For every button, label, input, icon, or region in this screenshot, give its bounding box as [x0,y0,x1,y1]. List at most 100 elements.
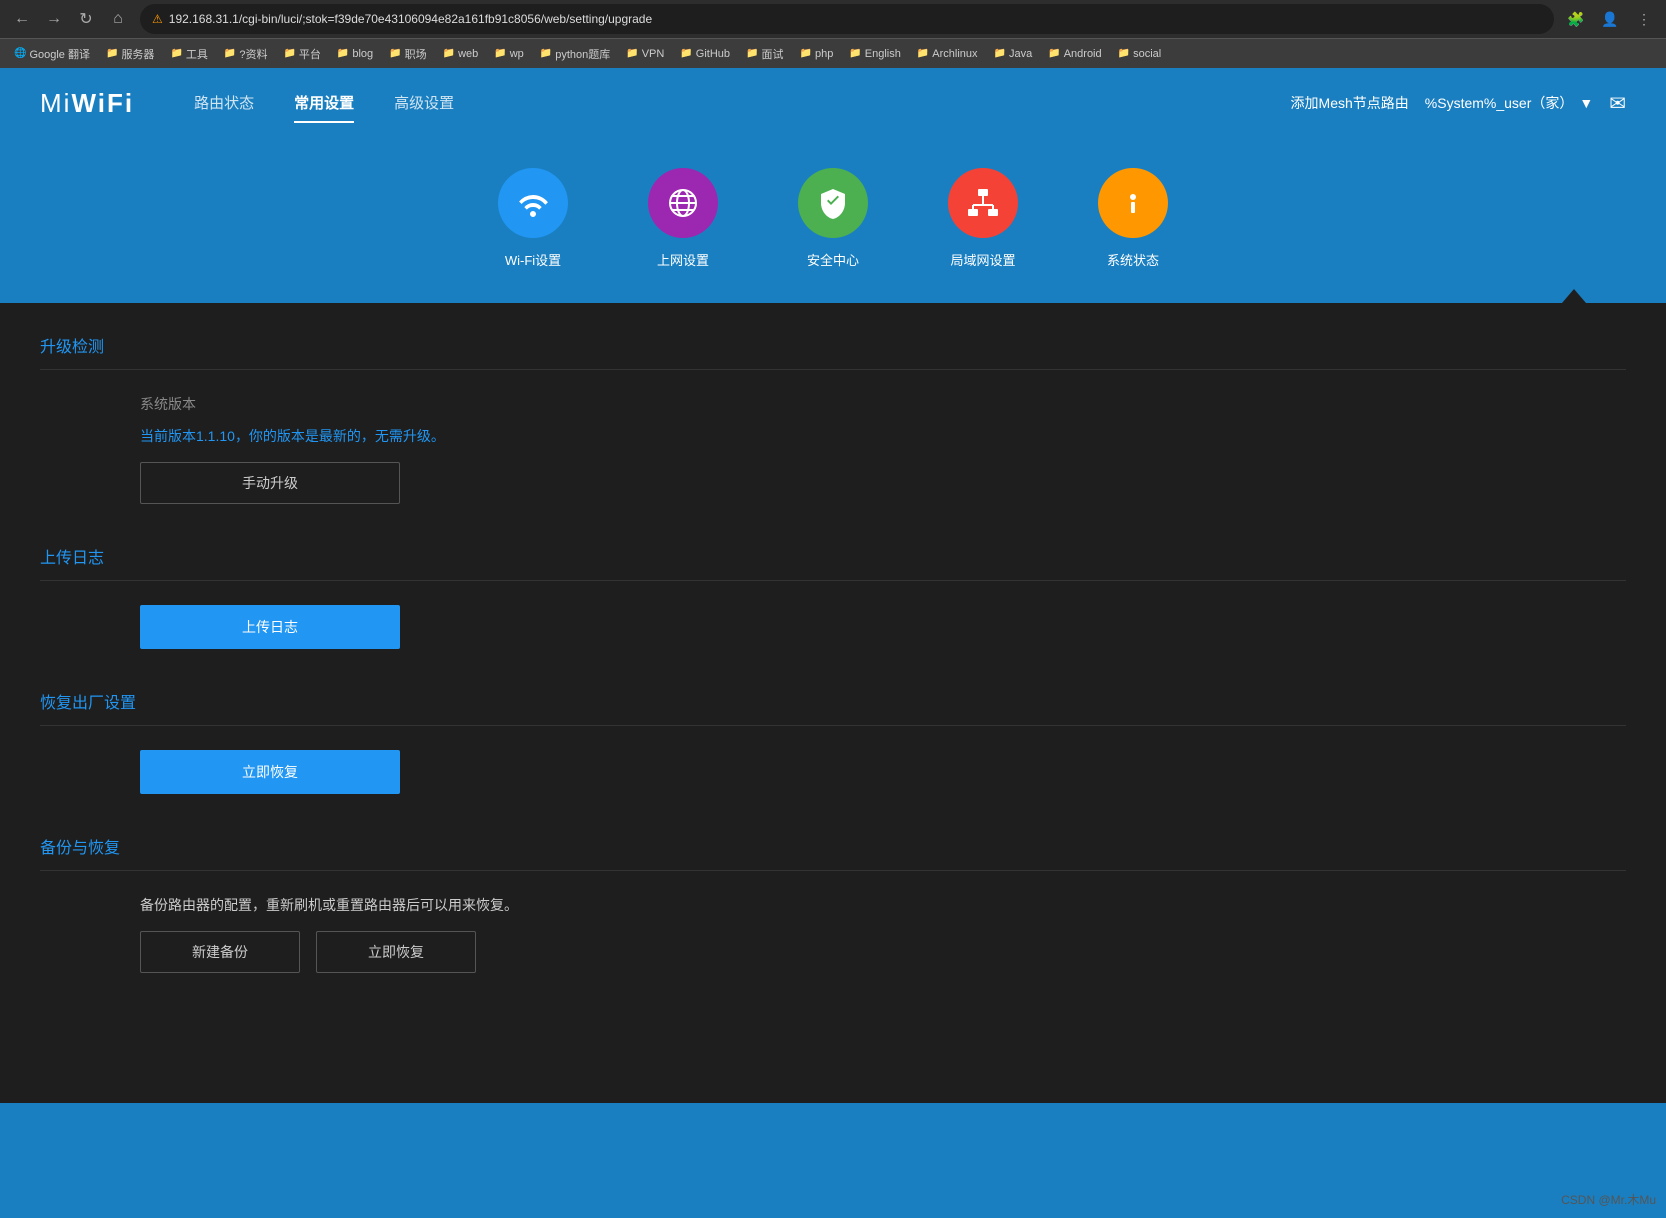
profile-button[interactable]: 👤 [1596,5,1624,33]
bookmark-english[interactable]: 📁 English [843,46,907,62]
browser-toolbar: ← → ↻ ⌂ ⚠ 192.168.31.1/cgi-bin/luci/;sto… [0,0,1666,38]
bookmark-label: Android [1064,48,1102,60]
csdn-watermark: CSDN @Mr.木Mu [1561,1191,1656,1208]
bookmark-java[interactable]: 📁 Java [988,46,1039,62]
bookmark-interview[interactable]: 📁 面试 [740,44,789,64]
mail-icon[interactable]: ✉ [1609,91,1626,116]
more-button[interactable]: ⋮ [1630,5,1658,33]
nav-buttons: ← → ↻ ⌂ [8,5,132,33]
backup-restore-section-title: 备份与恢复 [40,834,1626,871]
bookmark-platform[interactable]: 📁 平台 [277,44,326,64]
version-number: 1.1.10 [196,428,235,444]
bookmark-label: Google 翻译 [29,46,90,62]
bookmark-label: English [865,48,901,60]
version-suffix: ，你的版本是最新的，无需升级。 [235,428,445,444]
backup-restore-section-content: 备份路由器的配置，重新刷机或重置路由器后可以用来恢复。 新建备份 立即恢复 [40,895,1626,973]
user-dropdown[interactable]: %System%_user（家） ▼ [1425,93,1593,113]
bookmark-icon: 📁 [170,48,182,59]
bookmark-icon: 📁 [540,48,552,59]
wifi-settings-label: Wi-Fi设置 [505,250,561,269]
home-button[interactable]: ⌂ [104,5,132,33]
version-label: 系统版本 [140,394,1626,414]
nav-common-settings[interactable]: 常用设置 [294,84,354,123]
nav-links: 路由状态 常用设置 高级设置 [194,84,1290,123]
bookmark-label: blog [352,48,373,60]
bookmark-label: web [458,48,478,60]
bookmark-android[interactable]: 📁 Android [1042,46,1107,62]
bookmark-google-translate[interactable]: 🌐 Google 翻译 [8,44,96,64]
bookmark-wp[interactable]: 📁 wp [488,46,530,62]
bookmark-data[interactable]: 📁 ?资料 [218,44,274,64]
bookmark-icon: 📁 [443,48,455,59]
bookmark-server[interactable]: 📁 服务器 [100,44,160,64]
factory-reset-section: 恢复出厂设置 立即恢复 [40,689,1626,794]
lan-icon-circle [948,168,1018,238]
bookmark-python[interactable]: 📁 python题库 [534,44,616,64]
bookmark-icon: 📁 [800,48,812,59]
internet-icon-circle [648,168,718,238]
bookmark-label: 职场 [405,46,427,62]
security-icon-circle [798,168,868,238]
lan-settings-icon-item[interactable]: 局域网设置 [948,168,1018,269]
bookmark-label: 平台 [299,46,321,62]
factory-reset-button[interactable]: 立即恢复 [140,750,400,794]
bookmark-label: 面试 [762,46,784,62]
bookmark-label: wp [510,48,524,60]
url-text: 192.168.31.1/cgi-bin/luci/;stok=f39de70e… [169,12,1542,26]
backup-buttons-row: 新建备份 立即恢复 [140,931,1626,973]
bookmark-label: 工具 [186,46,208,62]
wifi-settings-icon-item[interactable]: Wi-Fi设置 [498,168,568,269]
add-mesh-button[interactable]: 添加Mesh节点路由 [1291,93,1409,113]
bookmark-tools[interactable]: 📁 工具 [164,44,213,64]
bookmark-career[interactable]: 📁 职场 [383,44,432,64]
bookmark-icon: 📁 [337,48,349,59]
bookmark-icon: 📁 [746,48,758,59]
bookmark-github[interactable]: 📁 GitHub [674,46,736,62]
security-center-icon-item[interactable]: 安全中心 [798,168,868,269]
manual-upgrade-button[interactable]: 手动升级 [140,462,400,504]
arrow-up-icon [1562,289,1586,303]
bookmark-label: ?资料 [239,46,267,62]
refresh-button[interactable]: ↻ [72,5,100,33]
nav-router-status[interactable]: 路由状态 [194,84,254,123]
forward-button[interactable]: → [40,5,68,33]
nav-advanced-settings[interactable]: 高级设置 [394,84,454,123]
upload-log-button[interactable]: 上传日志 [140,605,400,649]
bookmark-label: GitHub [696,48,730,60]
lan-settings-label: 局域网设置 [950,250,1015,269]
new-backup-button[interactable]: 新建备份 [140,931,300,973]
version-text: 当前版本1.1.10，你的版本是最新的，无需升级。 [140,426,1626,446]
bookmark-web[interactable]: 📁 web [437,46,485,62]
bookmark-label: social [1133,48,1161,60]
internet-settings-label: 上网设置 [657,250,709,269]
upload-log-section-content: 上传日志 [40,605,1626,649]
bookmark-label: python题库 [555,46,610,62]
bookmark-icon: 📁 [680,48,692,59]
bookmark-vpn[interactable]: 📁 VPN [620,46,670,62]
bookmark-blog[interactable]: 📁 blog [331,46,379,62]
system-status-label: 系统状态 [1107,250,1159,269]
main-panel: 升级检测 系统版本 当前版本1.1.10，你的版本是最新的，无需升级。 手动升级… [0,303,1666,1103]
internet-settings-icon-item[interactable]: 上网设置 [648,168,718,269]
bookmark-label: php [815,48,833,60]
extensions-button[interactable]: 🧩 [1562,5,1590,33]
bookmark-icon: 📁 [849,48,861,59]
bookmark-archlinux[interactable]: 📁 Archlinux [911,46,984,62]
bookmark-icon: 📁 [917,48,929,59]
bookmark-php[interactable]: 📁 php [794,46,840,62]
bookmark-social[interactable]: 📁 social [1112,46,1168,62]
factory-reset-section-content: 立即恢复 [40,750,1626,794]
address-bar[interactable]: ⚠ 192.168.31.1/cgi-bin/luci/;stok=f39de7… [140,4,1554,34]
bookmark-icon: 📁 [224,48,236,59]
factory-reset-section-title: 恢复出厂设置 [40,689,1626,726]
restore-button[interactable]: 立即恢复 [316,931,476,973]
system-status-icon-item[interactable]: 系统状态 [1098,168,1168,269]
upgrade-section: 升级检测 系统版本 当前版本1.1.10，你的版本是最新的，无需升级。 手动升级 [40,333,1626,504]
backup-description: 备份路由器的配置，重新刷机或重置路由器后可以用来恢复。 [140,895,1626,915]
top-nav: MiWiFi 路由状态 常用设置 高级设置 添加Mesh节点路由 %System… [0,68,1666,138]
bookmark-label: 服务器 [121,46,154,62]
browser-actions: 🧩 👤 ⋮ [1562,5,1658,33]
chevron-down-icon: ▼ [1579,95,1593,111]
back-button[interactable]: ← [8,5,36,33]
wifi-icon-circle [498,168,568,238]
